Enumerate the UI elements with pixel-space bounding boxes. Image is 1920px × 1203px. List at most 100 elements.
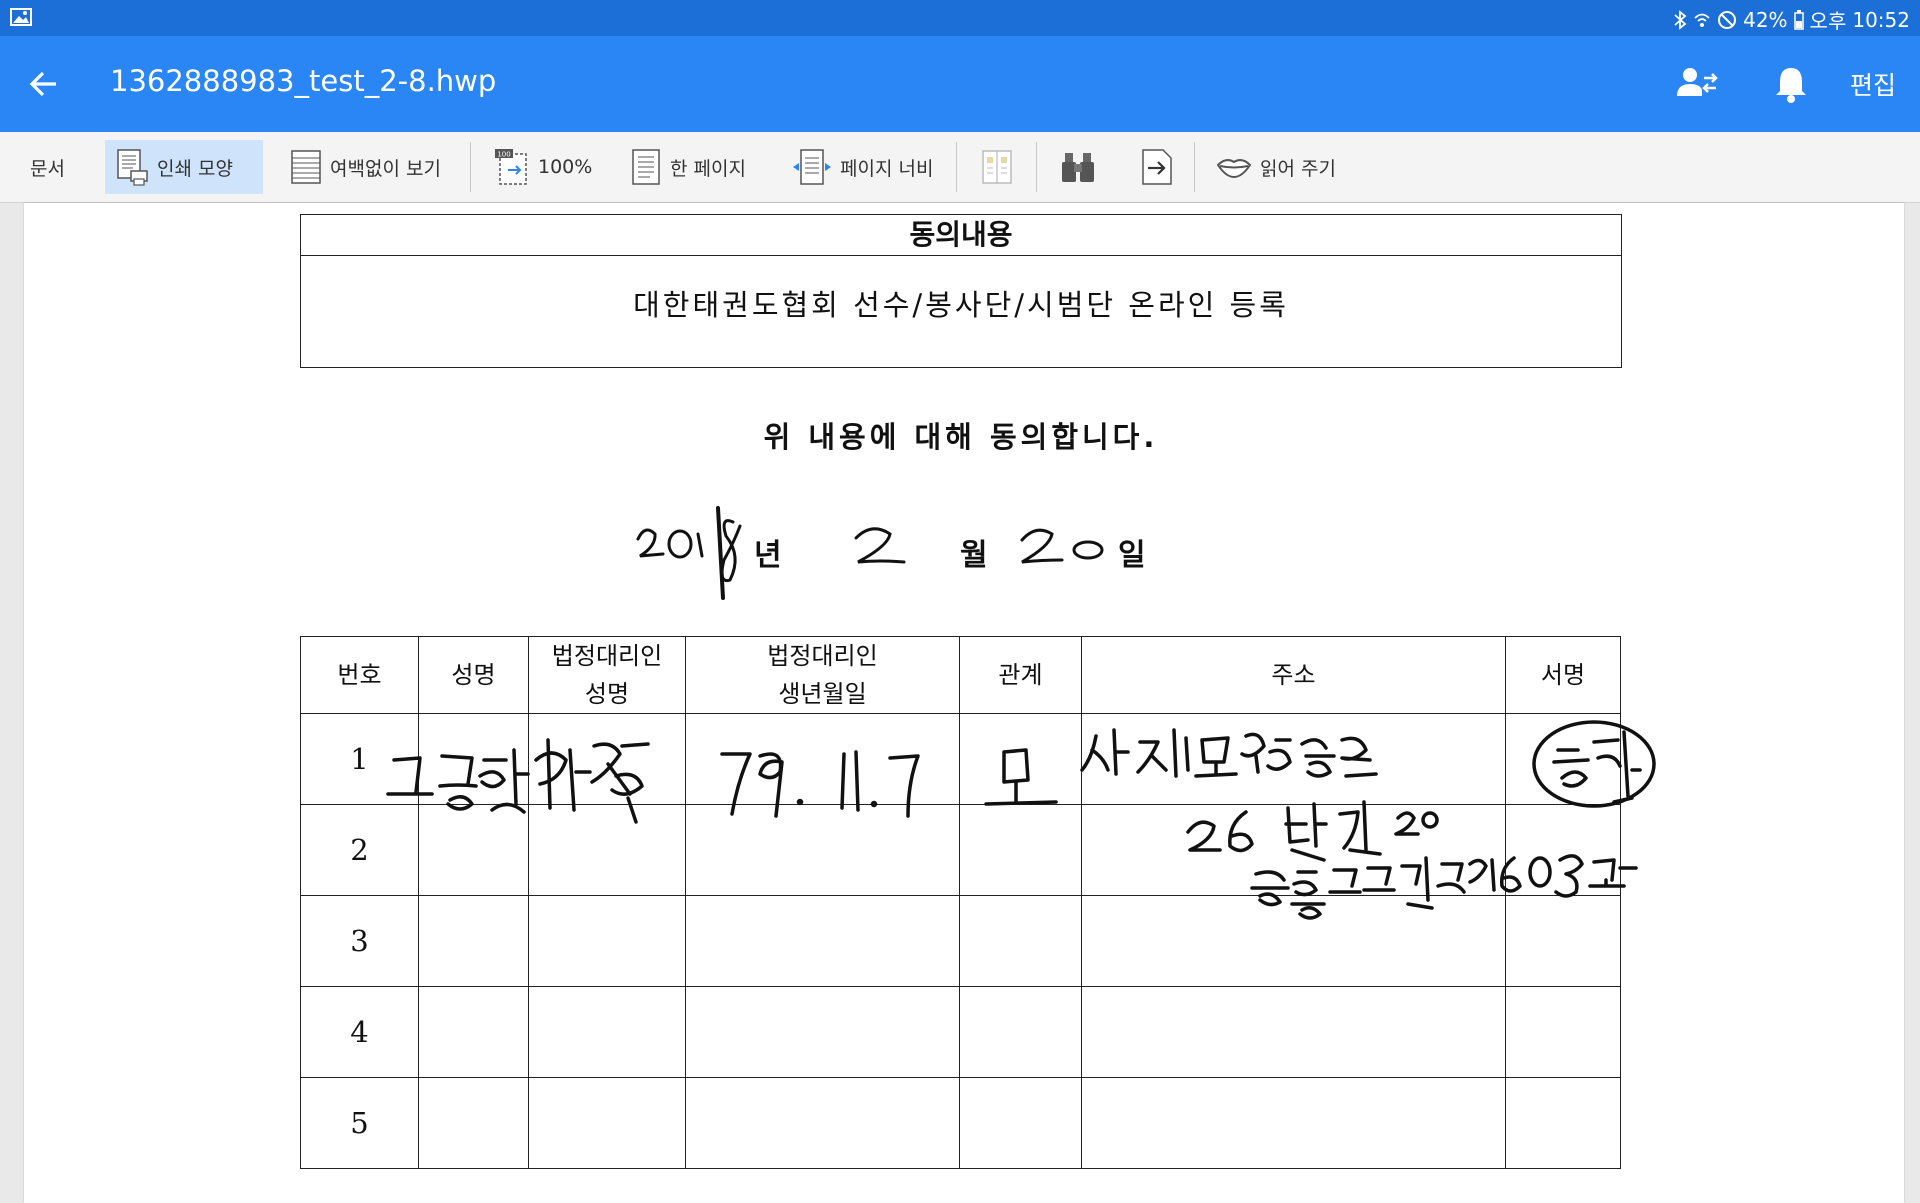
read-aloud-button[interactable]: 읽어 주기 [1206,140,1346,194]
header-name-label: 성명 [451,661,496,689]
table-cell [1081,986,1506,1078]
print-layout-label: 인쇄 모양 [157,157,233,180]
table-row: 3 [300,895,1621,987]
toolbar-divider [1036,142,1037,192]
zoom-100-icon: 100 [495,149,527,185]
lips-icon [1216,159,1252,179]
battery-percent: 42% [1743,7,1788,32]
gallery-icon [10,8,32,26]
table-cell [1505,713,1621,805]
table-cell [1081,1077,1506,1169]
consent-box: 동의내용 대한태권도협회 선수/봉사단/시범단 온라인 등록 [300,214,1622,368]
table-header-row: 번호 성명 법정대리인 성명 법정대리인 생년월일 관계 주소 서명 [300,636,1621,714]
page-width-label: 페이지 너비 [840,157,934,180]
table-cell [685,804,960,896]
print-layout-icon [117,149,148,186]
no-margin-view-button[interactable]: 여백없이 보기 [280,140,451,194]
table-cell [1505,1077,1621,1169]
row-number: 2 [300,804,419,896]
tab-document[interactable]: 문서 [20,140,75,194]
clock: 10:52 [1852,7,1910,32]
table-cell [1505,895,1621,987]
table-cell [418,895,529,987]
handwritten-month [854,527,906,564]
header-guardian-name-label: 법정대리인 성명 [551,642,663,708]
table-row: 2 [300,804,1621,896]
table-cell [685,895,960,987]
table-row: 4 [300,986,1621,1078]
one-page-button[interactable]: 한 페이지 [620,140,756,194]
table-cell [418,713,529,805]
do-not-disturb-icon [1718,10,1737,29]
table-cell [528,986,686,1078]
header-address-label: 주소 [1271,661,1316,689]
table-cell [418,986,529,1078]
svg-text:100: 100 [497,151,510,159]
table-cell [959,895,1082,987]
header-signature: 서명 [1505,636,1621,714]
table-cell [1505,986,1621,1078]
page-width-button[interactable]: 페이지 너비 [782,140,943,194]
edit-button[interactable]: 편집 [1850,66,1896,102]
app-bar: 1362888983_test_2-8.hwp 편집 [0,36,1920,132]
table-cell [418,804,529,896]
table-cell [418,1077,529,1169]
row-number: 4 [300,986,419,1078]
table-cell [685,986,960,1078]
toolbar-divider [956,142,957,192]
back-arrow-icon[interactable] [24,64,64,104]
consent-header: 동의내용 [301,215,1621,256]
no-margin-view-label: 여백없이 보기 [330,157,441,180]
print-layout-button[interactable]: 인쇄 모양 [105,140,263,194]
status-bar: 42% 오후 10:52 [0,0,1920,36]
no-margin-view-icon [291,150,321,184]
table-cell [1081,804,1506,896]
binoculars-icon [1062,153,1094,182]
table-cell [1081,895,1506,987]
tab-document-label: 문서 [30,157,65,180]
consent-table: 번호 성명 법정대리인 성명 법정대리인 생년월일 관계 주소 서명 1 2 3… [300,636,1621,1169]
row-number: 5 [300,1077,419,1169]
header-relation: 관계 [959,636,1082,714]
table-row: 1 [300,713,1621,805]
dual-page-icon [982,150,1012,184]
header-number-label: 번호 [337,661,382,689]
table-cell [528,713,686,805]
month-label: 월 [960,538,988,573]
signature-date: 년 월 일 [630,494,1290,614]
row-number: 1 [300,713,419,805]
find-button[interactable] [1050,140,1106,194]
wifi-icon [1694,13,1710,27]
share-user-icon[interactable] [1676,64,1718,104]
one-page-label: 한 페이지 [670,157,746,180]
row-number: 3 [300,895,419,987]
table-cell [959,804,1082,896]
table-cell [685,713,960,805]
handwritten-day [1020,528,1104,564]
read-aloud-label: 읽어 주기 [1260,157,1336,180]
go-to-icon [1142,149,1172,185]
notification-bell-icon[interactable] [1774,64,1808,104]
header-number: 번호 [300,636,419,714]
table-cell [528,895,686,987]
header-guardian-name: 법정대리인 성명 [528,636,686,714]
agree-statement: 위 내용에 대해 동의합니다. [763,420,1159,454]
table-cell [528,804,686,896]
document-title: 1362888983_test_2-8.hwp [110,64,497,98]
table-cell [959,713,1082,805]
table-cell [1505,804,1621,896]
table-cell [685,1077,960,1169]
table-cell [528,1077,686,1169]
header-guardian-birthdate: 법정대리인 생년월일 [685,636,960,714]
zoom-100-button[interactable]: 100 100% [484,140,602,194]
header-name: 성명 [418,636,529,714]
view-toolbar: 문서 인쇄 모양 여백없이 보기 100 100% 한 페이지 페이지 너비 읽… [0,132,1920,203]
consent-body: 대한태권도협회 선수/봉사단/시범단 온라인 등록 [633,288,1289,322]
table-cell [959,986,1082,1078]
header-signature-label: 서명 [1540,661,1586,689]
go-to-page-button[interactable] [1130,140,1184,194]
day-label: 일 [1118,538,1146,573]
header-guardian-birthdate-label: 법정대리인 생년월일 [767,642,878,708]
dual-page-button[interactable] [970,140,1024,194]
time-prefix: 오후 [1809,9,1847,33]
